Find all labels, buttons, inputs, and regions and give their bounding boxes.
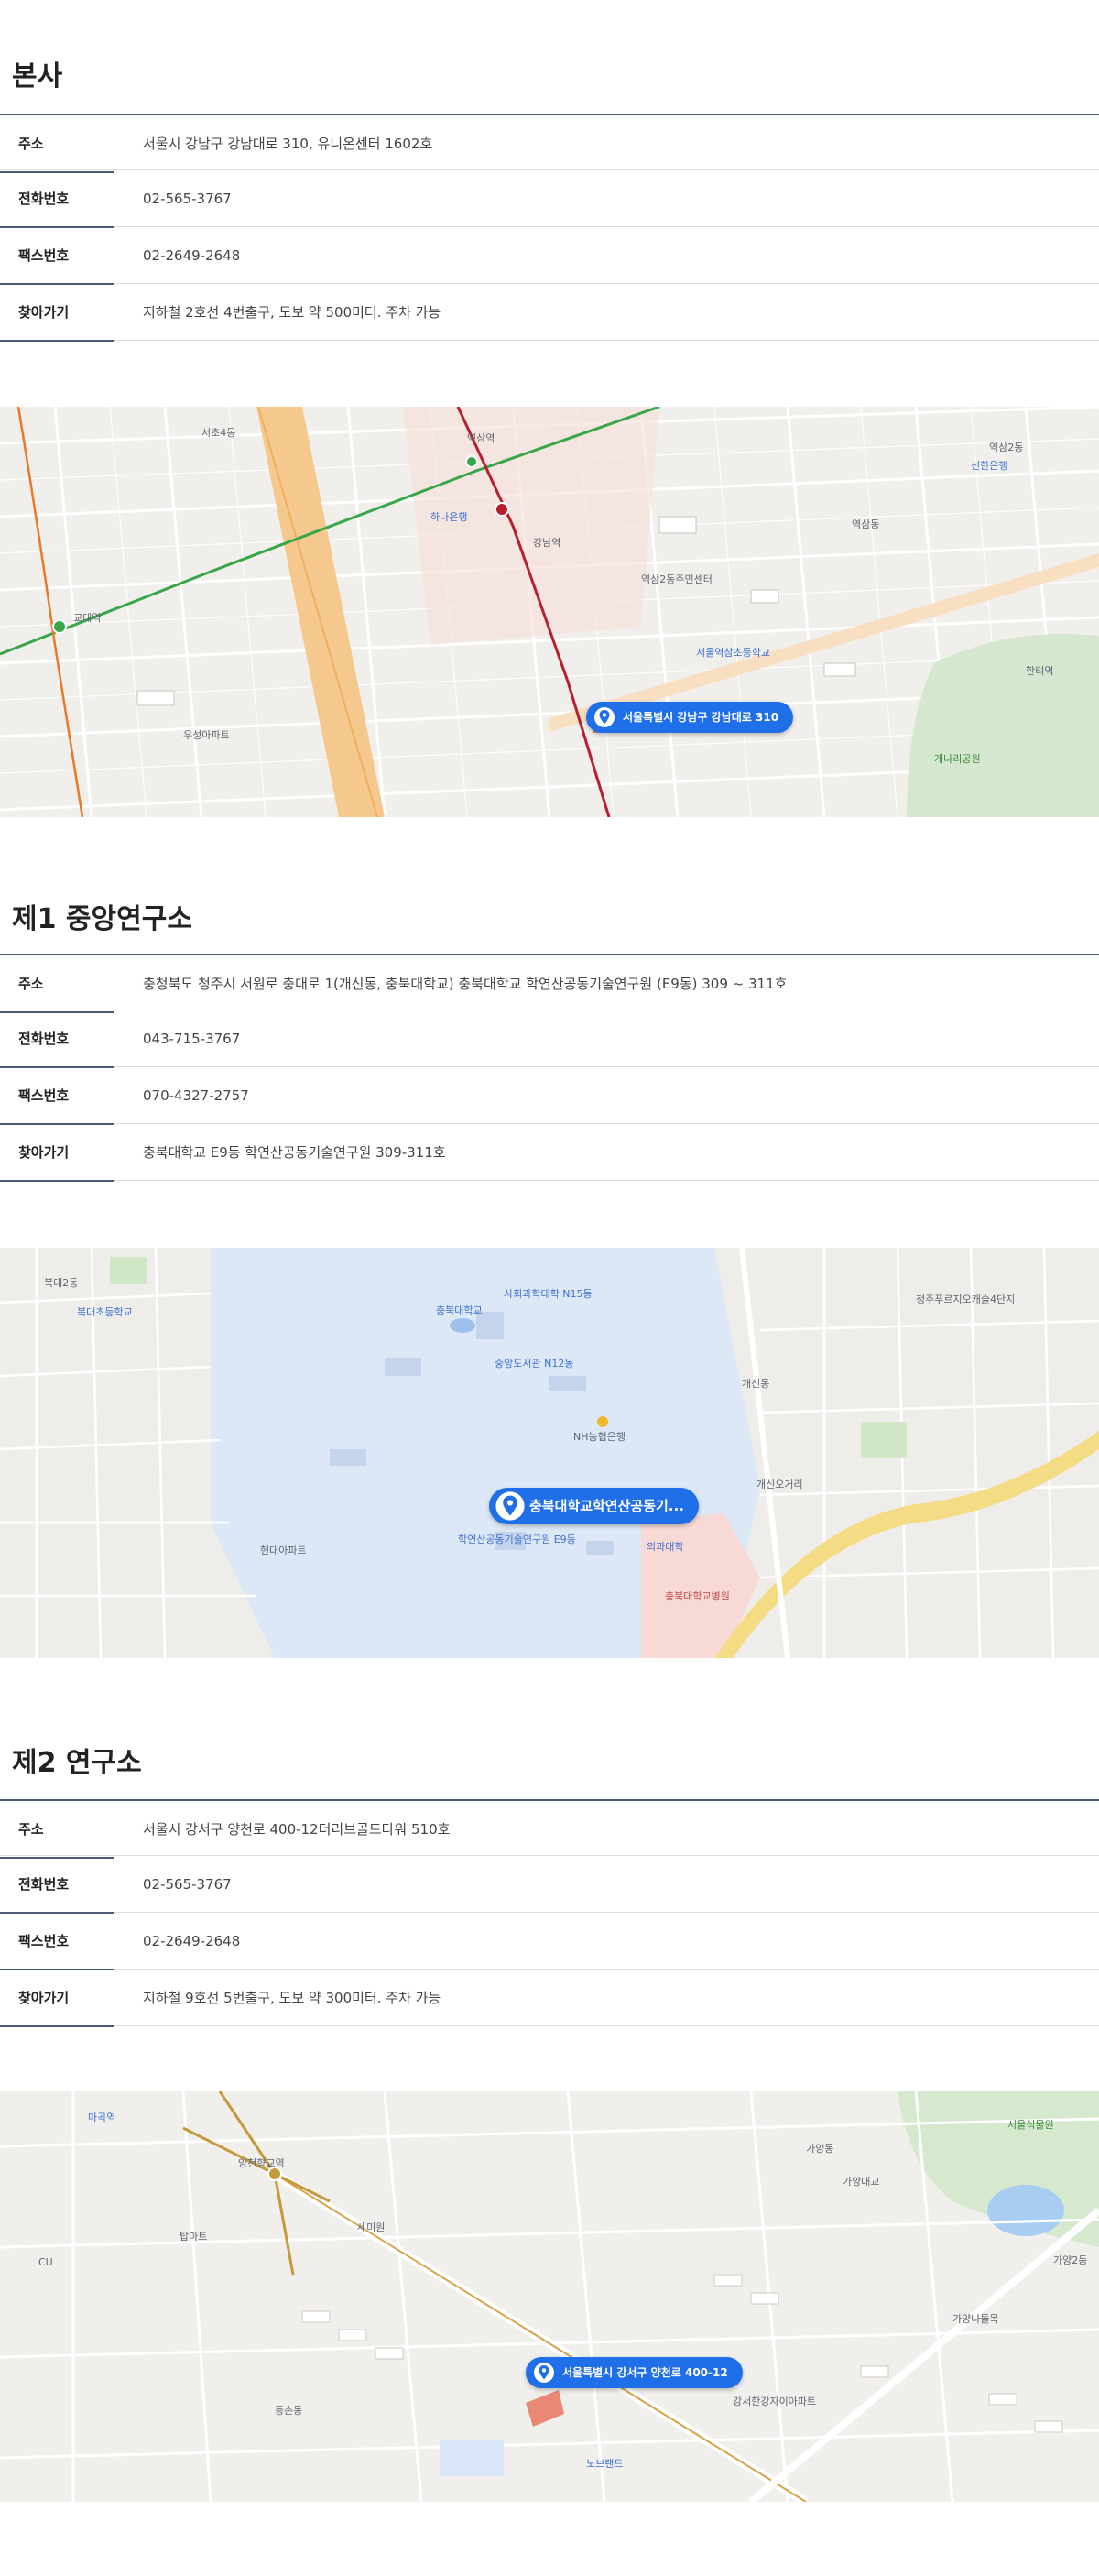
fax-label: 팩스번호 — [0, 1067, 114, 1125]
address-row: 주소 서울시 강서구 양천로 400-12더리브골드타워 510호 — [0, 1799, 1099, 1859]
map-label: 강남역 — [533, 537, 561, 549]
directions-row: 찾아가기 충북대학교 E9동 학연산공동기술연구원 309-311호 — [0, 1124, 1099, 1182]
fax-row: 팩스번호 070-4327-2757 — [0, 1067, 1099, 1125]
phone-label: 전화번호 — [0, 170, 114, 228]
map-pin-icon — [594, 707, 615, 727]
map-label: 서울역삼초등학교 — [696, 647, 770, 659]
map-label: 탑마트 — [180, 2231, 208, 2243]
location-marker[interactable]: 서울특별시 강서구 양천로 400-12 — [526, 2357, 743, 2388]
phone-value: 043-715-3767 — [143, 1031, 241, 1047]
map-label: 한티역 — [1026, 665, 1054, 677]
map-pin-icon — [495, 1491, 525, 1521]
map-label: 개나리공원 — [934, 753, 981, 765]
map-headquarters[interactable]: 서초4동 역삼2동 역삼2동주민센터 교대역 강남역 역삼역 서울역삼초등학교 … — [0, 407, 1099, 817]
map-label: 현대아파트 — [260, 1545, 307, 1556]
map-label: 역삼역 — [467, 432, 495, 444]
location-marker[interactable]: 충북대학교학연산공동기... — [489, 1488, 699, 1524]
map-label: 서울식물원 — [1007, 2119, 1054, 2131]
directions-value: 충북대학교 E9동 학연산공동기술연구원 309-311호 — [143, 1144, 446, 1161]
map-research-center-2[interactable]: 양천향교역 가양2동 가양동 등촌동 서울식물원 가양나들목 마곡역 강서한강자… — [0, 2091, 1099, 2502]
phone-row: 전화번호 02-565-3767 — [0, 1856, 1099, 1914]
map-label: CU — [38, 2256, 53, 2268]
map-label: 학연산공동기술연구원 E9동 — [458, 1534, 576, 1545]
info-table-headquarters: 주소 서울시 강남구 강남대로 310, 유니온센터 1602호 전화번호 02… — [0, 114, 1099, 342]
marker-label: 서울특별시 강서구 양천로 400-12 — [562, 2366, 728, 2379]
map-label: 중앙도서관 N12동 — [495, 1358, 574, 1370]
fax-row: 팩스번호 02-2649-2648 — [0, 227, 1099, 285]
section-title-research-center-1: 제1 중앙연구소 — [12, 903, 192, 935]
marker-label: 충북대학교학연산공동기... — [529, 1498, 684, 1514]
map-label: 역삼동 — [852, 518, 880, 530]
address-value: 서울시 강서구 양천로 400-12더리브골드타워 510호 — [143, 1821, 451, 1838]
address-label: 주소 — [0, 1801, 114, 1859]
map-label: 역삼2동 — [989, 442, 1024, 453]
phone-value: 02-565-3767 — [143, 1876, 232, 1893]
section-title-headquarters: 본사 — [12, 60, 63, 93]
address-label: 주소 — [0, 955, 114, 1013]
fax-row: 팩스번호 02-2649-2648 — [0, 1913, 1099, 1970]
section-title-research-center-2: 제2 연구소 — [12, 1747, 142, 1779]
directions-value: 지하철 2호선 4번출구, 도보 약 500미터. 주차 가능 — [143, 304, 441, 321]
info-table-research-center-2: 주소 서울시 강서구 양천로 400-12더리브골드타워 510호 전화번호 0… — [0, 1799, 1099, 2027]
map-label: 서초4동 — [201, 427, 236, 439]
map-background — [0, 2091, 1099, 2502]
phone-row: 전화번호 043-715-3767 — [0, 1010, 1099, 1068]
directions-value: 지하철 9호선 5번출구, 도보 약 300미터. 주차 가능 — [143, 1990, 441, 2006]
map-label: 가양대교 — [843, 2176, 880, 2188]
address-value: 서울시 강남구 강남대로 310, 유니온센터 1602호 — [143, 136, 433, 152]
marker-label: 서울특별시 강남구 강남대로 310 — [623, 711, 779, 724]
map-label: 복대초등학교 — [77, 1306, 133, 1318]
location-marker[interactable]: 서울특별시 강남구 강남대로 310 — [586, 702, 794, 733]
map-label: 가양2동 — [1053, 2254, 1088, 2266]
directions-label: 찾아가기 — [0, 1970, 114, 2027]
address-row: 주소 서울시 강남구 강남대로 310, 유니온센터 1602호 — [0, 114, 1099, 173]
info-table-research-center-1: 주소 충청북도 청주시 서원로 충대로 1(개신동, 충북대학교) 충북대학교 … — [0, 954, 1099, 1182]
location-page: 본사 주소 서울시 강남구 강남대로 310, 유니온센터 1602호 전화번호… — [0, 0, 1099, 2576]
fax-label: 팩스번호 — [0, 1913, 114, 1970]
map-label: 마곡역 — [88, 2112, 116, 2123]
map-label: 노브랜드 — [586, 2458, 624, 2470]
directions-row: 찾아가기 지하철 2호선 4번출구, 도보 약 500미터. 주차 가능 — [0, 284, 1099, 342]
phone-label: 전화번호 — [0, 1856, 114, 1914]
directions-label: 찾아가기 — [0, 1124, 114, 1182]
map-research-center-1[interactable]: 복대2동 충북대학교 사회과학대학 N15동 중앙도서관 N12동 NH농협은행… — [0, 1248, 1099, 1658]
fax-value: 02-2649-2648 — [143, 1933, 241, 1949]
map-label: 하나은행 — [430, 511, 468, 523]
map-label: 역삼2동주민센터 — [641, 573, 713, 585]
map-label: 의과대학 — [647, 1541, 684, 1553]
map-label: NH농협은행 — [573, 1431, 626, 1443]
map-label: 개신오거리 — [756, 1479, 803, 1490]
phone-value: 02-565-3767 — [143, 191, 232, 207]
phone-row: 전화번호 02-565-3767 — [0, 170, 1099, 228]
map-background — [0, 1248, 1099, 1658]
map-label: 청주푸르지오캐슬4단지 — [916, 1293, 1016, 1305]
map-label: 가양나들목 — [952, 2313, 999, 2325]
phone-label: 전화번호 — [0, 1010, 114, 1068]
map-label: 사회과학대학 N15동 — [504, 1288, 593, 1300]
fax-value: 070-4327-2757 — [143, 1087, 249, 1104]
map-label: 세미원 — [357, 2221, 386, 2233]
map-label: 강서한강자이아파트 — [733, 2396, 817, 2407]
map-label: 가양동 — [806, 2143, 834, 2155]
address-label: 주소 — [0, 115, 114, 173]
fax-value: 02-2649-2648 — [143, 247, 241, 264]
map-label: 충북대학교 — [436, 1304, 483, 1316]
directions-row: 찾아가기 지하철 9호선 5번출구, 도보 약 300미터. 주차 가능 — [0, 1970, 1099, 2027]
map-label: 등촌동 — [275, 2405, 303, 2417]
map-label: 양천향교역 — [238, 2157, 285, 2169]
map-label: 우성아파트 — [183, 729, 230, 741]
address-value: 충청북도 청주시 서원로 충대로 1(개신동, 충북대학교) 충북대학교 학연산… — [143, 976, 788, 992]
map-label: 신한은행 — [971, 460, 1008, 472]
fax-label: 팩스번호 — [0, 227, 114, 285]
map-label: 개신동 — [742, 1378, 770, 1390]
map-label: 복대2동 — [44, 1277, 79, 1289]
map-label: 충북대학교병원 — [665, 1590, 730, 1602]
directions-label: 찾아가기 — [0, 284, 114, 342]
map-pin-icon — [534, 2363, 554, 2383]
map-label: 교대역 — [73, 612, 102, 624]
address-row: 주소 충청북도 청주시 서원로 충대로 1(개신동, 충북대학교) 충북대학교 … — [0, 954, 1099, 1013]
